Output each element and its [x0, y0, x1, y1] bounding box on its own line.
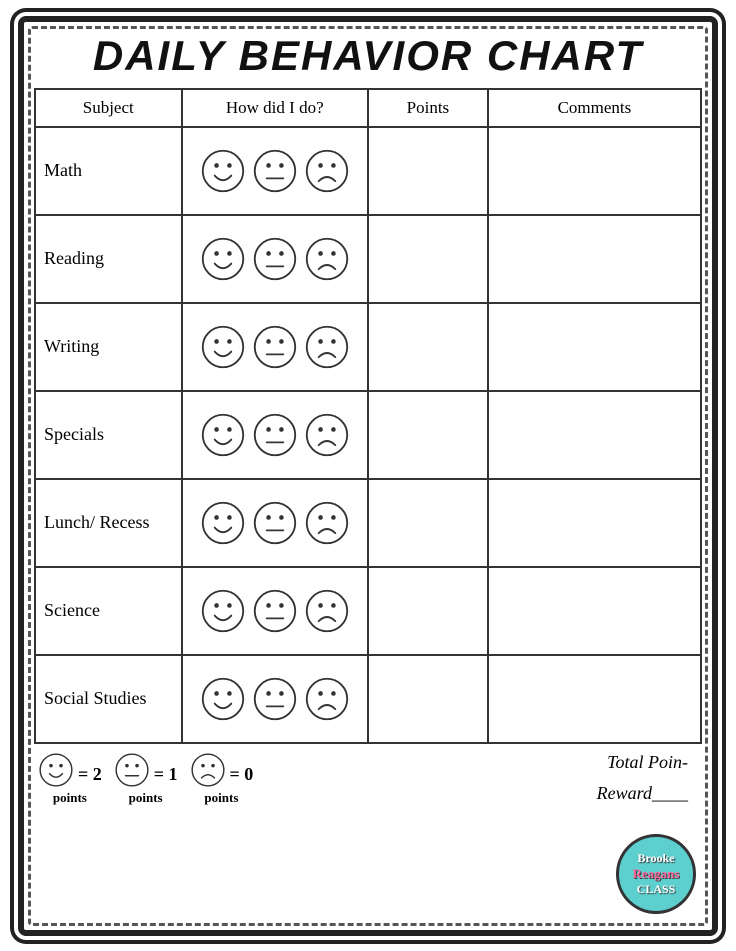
table-row: Science — [35, 567, 701, 655]
page-title: Daily Behavior Chart — [34, 32, 702, 80]
comments-cell — [488, 655, 701, 743]
sad-face-icon — [304, 676, 350, 722]
total-section: Total Poin- Reward____ — [597, 752, 698, 814]
neutral-face-icon — [252, 676, 298, 722]
subject-cell: Math — [35, 127, 182, 215]
happy-face-icon — [200, 500, 246, 546]
legend-happy-label: points — [53, 790, 87, 806]
subject-cell: Social Studies — [35, 655, 182, 743]
legend: = 2 points = 1 points — [38, 752, 253, 806]
subject-cell: Lunch/ Recess — [35, 479, 182, 567]
comments-cell — [488, 479, 701, 567]
faces-cell — [182, 655, 368, 743]
comments-cell — [488, 215, 701, 303]
neutral-face-icon — [252, 324, 298, 370]
subject-cell: Science — [35, 567, 182, 655]
page-container: Daily Behavior Chart Subject How did I d… — [18, 16, 718, 936]
happy-face-icon — [200, 676, 246, 722]
legend-sad-label: points — [204, 790, 238, 806]
neutral-face-icon — [252, 412, 298, 458]
brand-line3: CLASS — [637, 882, 676, 897]
brand-line2: Reagans — [633, 866, 680, 882]
points-cell — [368, 303, 488, 391]
happy-face-icon — [200, 148, 246, 194]
happy-face-icon — [200, 236, 246, 282]
subject-cell: Specials — [35, 391, 182, 479]
table-row: Writing — [35, 303, 701, 391]
sad-face-icon — [304, 324, 350, 370]
faces-cell — [182, 391, 368, 479]
points-cell — [368, 215, 488, 303]
header-comments: Comments — [488, 89, 701, 127]
neutral-face-icon — [252, 148, 298, 194]
comments-cell — [488, 391, 701, 479]
sad-face-icon — [304, 500, 350, 546]
header-points: Points — [368, 89, 488, 127]
sad-face-icon — [304, 236, 350, 282]
faces-cell — [182, 303, 368, 391]
neutral-face-icon — [252, 236, 298, 282]
happy-face-icon — [38, 752, 74, 788]
table-row: Reading — [35, 215, 701, 303]
faces-cell — [182, 479, 368, 567]
equals-happy: = 2 — [78, 764, 102, 785]
sad-face-icon — [304, 412, 350, 458]
sad-face-icon — [190, 752, 226, 788]
comments-cell — [488, 303, 701, 391]
table-row: Social Studies — [35, 655, 701, 743]
points-cell — [368, 655, 488, 743]
subject-cell: Reading — [35, 215, 182, 303]
behavior-chart-table: Subject How did I do? Points Comments Ma… — [34, 88, 702, 744]
equals-sad: = 0 — [230, 764, 254, 785]
header-subject: Subject — [35, 89, 182, 127]
points-cell — [368, 127, 488, 215]
header-how: How did I do? — [182, 89, 368, 127]
legend-neutral-label: points — [129, 790, 163, 806]
table-row: Specials — [35, 391, 701, 479]
legend-sad: = 0 points — [190, 752, 254, 806]
happy-face-icon — [200, 324, 246, 370]
happy-face-icon — [200, 588, 246, 634]
equals-neutral: = 1 — [154, 764, 178, 785]
neutral-face-icon — [114, 752, 150, 788]
legend-happy: = 2 points — [38, 752, 102, 806]
neutral-face-icon — [252, 588, 298, 634]
subject-cell: Writing — [35, 303, 182, 391]
comments-cell — [488, 567, 701, 655]
reward-label: Reward____ — [597, 783, 688, 804]
faces-cell — [182, 567, 368, 655]
faces-cell — [182, 127, 368, 215]
points-cell — [368, 567, 488, 655]
brand-logo: Brooke Reagans CLASS — [616, 834, 696, 914]
table-row: Lunch/ Recess — [35, 479, 701, 567]
sad-face-icon — [304, 588, 350, 634]
points-cell — [368, 391, 488, 479]
faces-cell — [182, 215, 368, 303]
comments-cell — [488, 127, 701, 215]
points-cell — [368, 479, 488, 567]
footer-section: = 2 points = 1 points — [34, 752, 702, 814]
total-points-label: Total Poin- — [597, 752, 688, 773]
legend-neutral: = 1 points — [114, 752, 178, 806]
table-row: Math — [35, 127, 701, 215]
neutral-face-icon — [252, 500, 298, 546]
happy-face-icon — [200, 412, 246, 458]
sad-face-icon — [304, 148, 350, 194]
brand-line1: Brooke — [637, 851, 674, 866]
